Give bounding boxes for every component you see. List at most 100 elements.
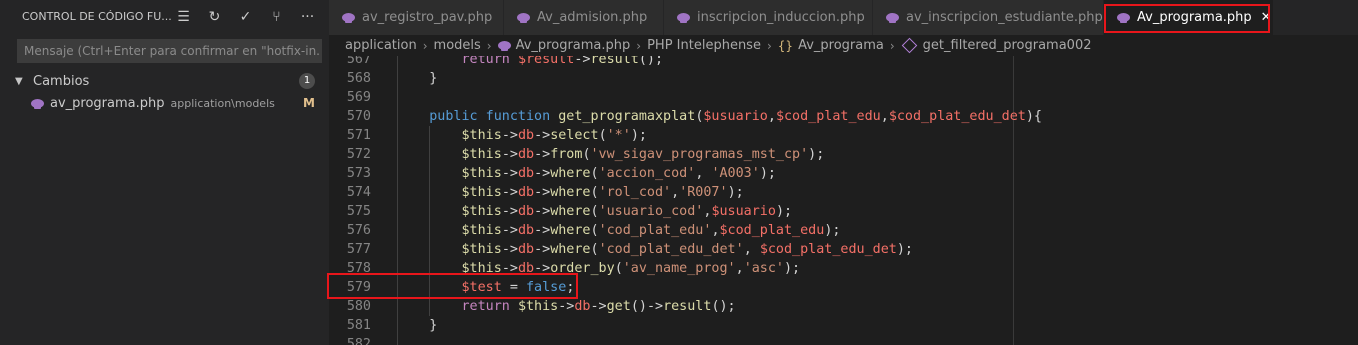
code-line: 573 $this->db->where('accion_cod', 'A003… bbox=[329, 164, 1358, 183]
breadcrumb-language-server[interactable]: PHP Intelephense bbox=[647, 38, 761, 53]
code-token: $cod_plat_edu_det bbox=[888, 109, 1026, 124]
code-token: db bbox=[517, 242, 535, 257]
code-token: (); bbox=[638, 56, 664, 67]
code-line: 582 bbox=[329, 335, 1358, 345]
code-editor[interactable]: 567 return $result->result(); 568 } 569 570… bbox=[329, 56, 1358, 345]
code-token: ){ bbox=[1025, 109, 1042, 124]
code-token: , bbox=[695, 166, 712, 181]
code-token: ); bbox=[784, 261, 801, 276]
code-token: result bbox=[590, 56, 639, 67]
code-token: -> bbox=[534, 185, 551, 200]
code-token: $usuario bbox=[711, 204, 776, 219]
code-token: where bbox=[550, 166, 591, 181]
code-token: , bbox=[767, 109, 776, 124]
tab-inscripcion-induccion[interactable]: inscripcion_induccion.php bbox=[664, 0, 873, 35]
code-token: ); bbox=[896, 242, 913, 257]
code-text: $this->db->where('accion_cod', 'A003'); bbox=[397, 164, 776, 183]
code-line: 567 return $result->result(); bbox=[329, 56, 1358, 69]
refresh-icon[interactable]: ↻ bbox=[199, 0, 230, 33]
breadcrumb-class[interactable]: Av_programa bbox=[798, 38, 884, 53]
code-token: , bbox=[880, 109, 889, 124]
view-as-tree-icon[interactable]: ☰ bbox=[168, 0, 199, 33]
line-number: 575 bbox=[346, 204, 371, 219]
php-elephant-icon bbox=[1117, 13, 1130, 23]
code-token: $this bbox=[461, 242, 502, 257]
breadcrumb-separator: › bbox=[766, 38, 772, 53]
code-line: 574 $this->db->where('rol_cod','R007'); bbox=[329, 183, 1358, 202]
code-token: ( bbox=[590, 242, 599, 257]
tab-av-admision[interactable]: Av_admision.php bbox=[504, 0, 664, 35]
php-elephant-icon bbox=[886, 13, 899, 23]
code-token: $this bbox=[461, 204, 502, 219]
code-token: select bbox=[550, 128, 599, 143]
code-token: $this bbox=[461, 166, 502, 181]
commit-message-input[interactable]: Mensaje (Ctrl+Enter para confirmar en "h… bbox=[17, 39, 322, 63]
code-token: where bbox=[550, 223, 591, 238]
changes-group[interactable]: ▼ Cambios 1 bbox=[0, 70, 329, 92]
changed-file-item[interactable]: av_programa.php application\models M bbox=[0, 92, 329, 114]
breadcrumb-models[interactable]: models bbox=[434, 38, 481, 53]
changes-label: Cambios bbox=[33, 73, 90, 89]
code-token: ( bbox=[590, 185, 599, 200]
tab-av-programa[interactable]: Av_programa.php ✕ bbox=[1104, 0, 1274, 35]
code-token: -> bbox=[558, 299, 575, 314]
changes-count-badge: 1 bbox=[299, 73, 315, 89]
code-text: $this->db->where('usuario_cod',$usuario)… bbox=[397, 202, 793, 221]
code-token: db bbox=[517, 128, 535, 143]
code-token: from bbox=[550, 147, 583, 162]
breadcrumb-method[interactable]: get_filtered_programa002 bbox=[923, 38, 1092, 53]
commit-check-icon[interactable]: ✓ bbox=[230, 0, 261, 33]
branch-graph-icon[interactable]: ⑂ bbox=[261, 0, 292, 33]
code-token: result bbox=[663, 299, 712, 314]
code-token: db bbox=[517, 204, 535, 219]
code-token: ); bbox=[727, 185, 744, 200]
code-token: (); bbox=[711, 299, 736, 314]
tab-label: av_inscripcion_estudiante.php bbox=[906, 10, 1103, 25]
code-line: 571 $this->db->select('*'); bbox=[329, 126, 1358, 145]
code-token: -> bbox=[501, 128, 518, 143]
close-icon[interactable]: ✕ bbox=[1261, 10, 1272, 25]
changed-file-name: av_programa.php bbox=[50, 95, 165, 111]
code-token: -> bbox=[534, 128, 551, 143]
code-text: $this->db->where('rol_cod','R007'); bbox=[397, 183, 744, 202]
code-token: -> bbox=[534, 242, 551, 257]
code-token: ( bbox=[590, 166, 599, 181]
breadcrumb-separator: › bbox=[636, 38, 642, 53]
code-token: public function bbox=[429, 109, 559, 124]
code-token: $this bbox=[461, 223, 502, 238]
code-token: get bbox=[606, 299, 631, 314]
code-line: 581 } bbox=[329, 316, 1358, 335]
code-token: -> bbox=[590, 299, 607, 314]
line-number: 569 bbox=[346, 90, 371, 105]
code-token: -> bbox=[501, 166, 518, 181]
code-line: 572 $this->db->from('vw_sigav_programas_… bbox=[329, 145, 1358, 164]
code-token: ( bbox=[614, 261, 623, 276]
code-token: 'rol_cod' bbox=[598, 185, 672, 200]
breadcrumb: application › models › Av_programa.php ›… bbox=[329, 35, 1358, 56]
code-token: $usuario bbox=[703, 109, 768, 124]
tab-label: Av_admision.php bbox=[537, 10, 648, 25]
method-cube-icon bbox=[901, 37, 917, 54]
code-token: -> bbox=[646, 299, 664, 314]
code-token: -> bbox=[534, 147, 551, 162]
code-token: db bbox=[517, 223, 535, 238]
code-token: ( bbox=[590, 223, 599, 238]
line-number: 577 bbox=[346, 242, 371, 257]
tab-av-inscripcion-estudiante[interactable]: av_inscripcion_estudiante.php bbox=[873, 0, 1104, 35]
code-token: return bbox=[461, 299, 518, 314]
breadcrumb-application[interactable]: application bbox=[345, 38, 417, 53]
more-actions-icon[interactable]: ··· bbox=[292, 0, 323, 33]
tab-av-registro-pav[interactable]: av_registro_pav.php bbox=[329, 0, 504, 35]
breadcrumb-file[interactable]: Av_programa.php bbox=[516, 38, 631, 53]
code-token: false bbox=[526, 280, 567, 295]
code-token: $this bbox=[461, 185, 502, 200]
code-text: $test = false; bbox=[397, 278, 575, 297]
code-token: $result bbox=[517, 56, 575, 67]
code-token: $this bbox=[461, 261, 502, 276]
code-text: $this->db->from('vw_sigav_programas_mst_… bbox=[397, 145, 825, 164]
